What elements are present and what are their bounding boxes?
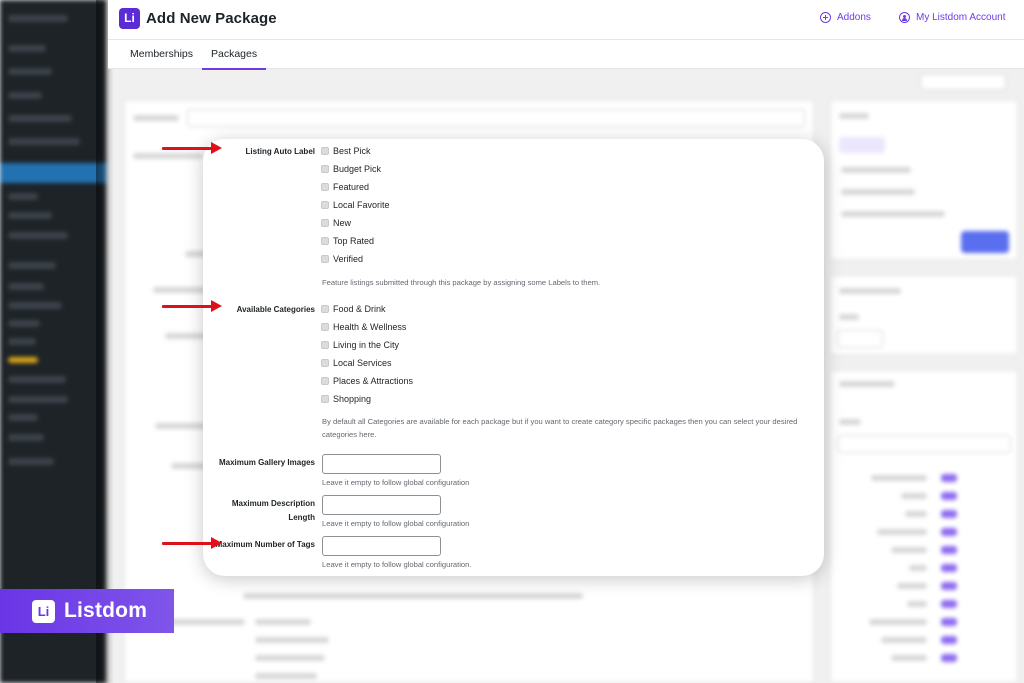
option-text: Living in the City: [333, 340, 400, 350]
label-option[interactable]: Featured: [321, 181, 369, 193]
tab-bar: Memberships Packages: [108, 40, 1024, 70]
checkbox[interactable]: [321, 219, 329, 227]
categories-help: By default all Categories are available …: [322, 417, 798, 439]
account-label: My Listdom Account: [916, 12, 1006, 23]
listdom-logo-icon: Li: [32, 599, 55, 623]
listdom-logo-icon: Li: [119, 8, 140, 29]
checkbox[interactable]: [321, 395, 329, 403]
auto-label-help: Feature listings submitted through this …: [322, 278, 601, 287]
checkbox[interactable]: [321, 341, 329, 349]
option-text: Health & Wellness: [333, 322, 407, 332]
arrow-tags-icon: [162, 537, 222, 549]
package-settings-card: Listing Auto Label Best Pick Budget Pick…: [203, 139, 824, 576]
option-text: Food & Drink: [333, 304, 386, 314]
option-text: Top Rated: [333, 236, 375, 246]
checkbox[interactable]: [321, 359, 329, 367]
tags-help: Leave it empty to follow global configur…: [322, 560, 472, 569]
addons-link[interactable]: Addons: [820, 12, 871, 23]
category-option[interactable]: Shopping: [321, 393, 371, 405]
addons-label: Addons: [837, 12, 871, 23]
gallery-help: Leave it empty to follow global configur…: [322, 478, 470, 487]
description-help: Leave it empty to follow global configur…: [322, 519, 470, 528]
gallery-label: Maximum Gallery Images: [218, 458, 315, 467]
option-text: Local Services: [333, 358, 392, 368]
checkbox[interactable]: [321, 323, 329, 331]
user-circle-icon: [899, 12, 910, 23]
checkbox[interactable]: [321, 377, 329, 385]
category-option[interactable]: Food & Drink: [321, 303, 386, 315]
category-option[interactable]: Places & Attractions: [321, 375, 413, 387]
checkbox[interactable]: [321, 165, 329, 173]
label-option[interactable]: Local Favorite: [321, 199, 390, 211]
description-label: Maximum Description Length: [231, 499, 315, 522]
label-option[interactable]: New: [321, 217, 351, 229]
tab-packages[interactable]: Packages: [201, 48, 267, 70]
my-account-link[interactable]: My Listdom Account: [899, 12, 1005, 23]
page-title: Add New Package: [146, 10, 277, 27]
top-header: Li Add New Package Addons My Listdom Acc…: [108, 0, 1024, 40]
checkbox[interactable]: [321, 201, 329, 209]
label-option[interactable]: Verified: [321, 253, 363, 265]
category-option[interactable]: Living in the City: [321, 339, 399, 351]
option-text: Best Pick: [333, 146, 371, 156]
label-option[interactable]: Top Rated: [321, 235, 374, 247]
arrow-auto-label-icon: [162, 142, 222, 154]
tab-memberships[interactable]: Memberships: [130, 48, 193, 60]
checkbox[interactable]: [321, 237, 329, 245]
wp-admin-sidebar: [0, 0, 106, 683]
plus-circle-icon: [820, 12, 831, 23]
option-text: New: [333, 218, 352, 228]
option-text: Verified: [333, 254, 364, 264]
label-option[interactable]: Budget Pick: [321, 163, 381, 175]
category-option[interactable]: Health & Wellness: [321, 321, 406, 333]
max-tags-input[interactable]: [322, 536, 441, 556]
checkbox[interactable]: [321, 255, 329, 263]
checkbox[interactable]: [321, 183, 329, 191]
label-option[interactable]: Best Pick: [321, 145, 371, 157]
max-description-length-input[interactable]: [322, 495, 441, 515]
arrow-categories-icon: [162, 300, 222, 312]
option-text: Places & Attractions: [333, 376, 414, 386]
category-option[interactable]: Local Services: [321, 357, 392, 369]
option-text: Local Favorite: [333, 200, 390, 210]
option-text: Budget Pick: [333, 164, 382, 174]
checkbox[interactable]: [321, 147, 329, 155]
option-text: Featured: [333, 182, 370, 192]
checkbox[interactable]: [321, 305, 329, 313]
option-text: Shopping: [333, 394, 372, 404]
listdom-brand-badge: Li Listdom: [0, 589, 174, 633]
brand-name: Listdom: [64, 599, 148, 622]
max-gallery-images-input[interactable]: [322, 454, 441, 474]
